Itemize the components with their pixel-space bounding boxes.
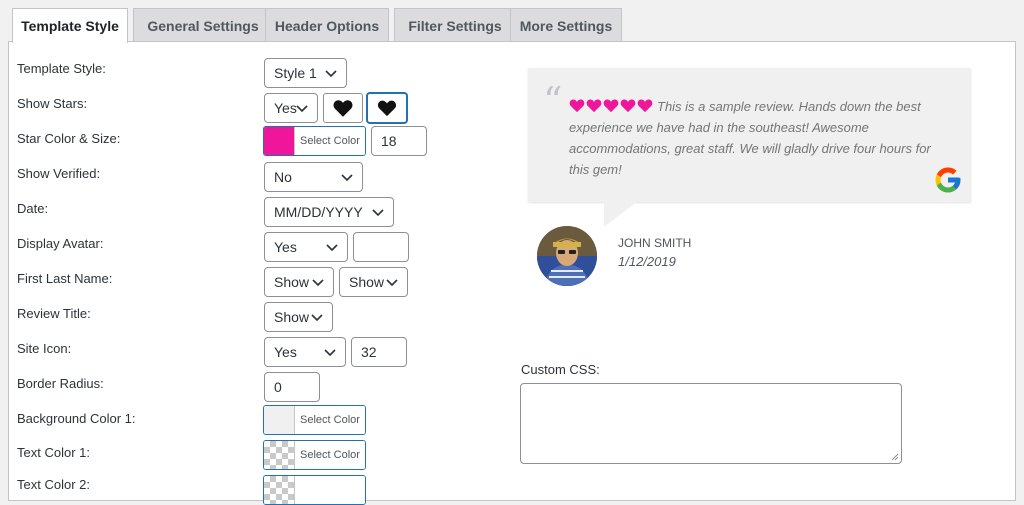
avatar <box>537 226 597 286</box>
custom-css-label: Custom CSS: <box>521 362 600 377</box>
heart-icon <box>569 99 585 113</box>
tab-label: Template Style <box>21 18 119 34</box>
select-value: Show <box>274 274 310 290</box>
heart-outline-icon <box>333 100 353 117</box>
chevron-down-icon <box>296 105 308 113</box>
avatar-photo <box>537 226 597 286</box>
review-author: JOHN SMITH <box>618 236 692 250</box>
review-preview-text: This is a sample review. Hands down the … <box>569 96 949 180</box>
chevron-down-icon <box>372 209 384 217</box>
heart-icon <box>586 99 602 113</box>
input-value: 18 <box>381 133 397 149</box>
label-text-color-2: Text Color 2: <box>17 477 90 492</box>
label-border-radius: Border Radius: <box>17 376 104 391</box>
last-name-select[interactable]: Show <box>339 267 408 297</box>
heart-icon <box>603 99 619 113</box>
site-icon-size-input[interactable]: 32 <box>351 337 407 367</box>
select-value: No <box>274 169 292 185</box>
select-value: Yes <box>274 344 297 360</box>
star-size-input[interactable]: 18 <box>371 126 427 156</box>
date-format-select[interactable]: MM/DD/YYYY <box>264 197 394 227</box>
select-value: Show <box>274 309 310 325</box>
tab-header-options[interactable]: Header Options <box>265 8 389 42</box>
select-value: Yes <box>274 100 297 116</box>
tab-template-style[interactable]: Template Style <box>12 8 128 43</box>
tab-label: Header Options <box>274 17 380 34</box>
heart-icon <box>620 99 636 113</box>
tab-label: More Settings <box>519 17 613 34</box>
tab-general-settings[interactable]: General Settings <box>133 8 273 42</box>
select-value: Yes <box>274 239 297 255</box>
chevron-down-icon <box>341 174 353 182</box>
bubble-tail <box>604 201 638 227</box>
label-star-color: Star Color & Size: <box>17 131 121 146</box>
border-radius-input[interactable]: 0 <box>264 372 320 402</box>
quote-icon: “ <box>543 79 563 123</box>
chevron-down-icon <box>312 279 324 287</box>
rating-hearts <box>569 98 653 113</box>
label-text-color-1: Text Color 1: <box>17 445 90 460</box>
chevron-down-icon <box>311 314 323 322</box>
select-color-label <box>295 476 365 504</box>
google-icon <box>935 167 961 193</box>
chevron-down-icon <box>324 349 336 357</box>
label-review-title: Review Title: <box>17 306 91 321</box>
color-swatch <box>264 406 295 434</box>
site-icon-select[interactable]: Yes <box>264 337 346 367</box>
label-first-last-name: First Last Name: <box>17 271 113 286</box>
select-value: Show <box>349 274 385 290</box>
resize-handle-icon[interactable] <box>891 453 899 461</box>
label-display-avatar: Display Avatar: <box>17 236 104 251</box>
select-color-label: Select Color <box>295 441 365 469</box>
star-color-picker[interactable]: Select Color <box>263 126 366 156</box>
display-avatar-select[interactable]: Yes <box>264 232 348 262</box>
chevron-down-icon <box>386 279 398 287</box>
review-title-select[interactable]: Show <box>264 302 333 332</box>
heart-icon <box>637 99 653 113</box>
color-swatch <box>264 127 295 155</box>
chevron-down-icon <box>325 70 337 78</box>
select-color-label: Select Color <box>295 406 365 434</box>
label-show-stars: Show Stars: <box>17 96 88 111</box>
tab-label: Filter Settings <box>408 17 502 34</box>
first-name-select[interactable]: Show <box>264 267 334 297</box>
show-verified-select[interactable]: No <box>264 162 363 192</box>
chevron-down-icon <box>326 244 338 252</box>
show-stars-select[interactable]: Yes <box>264 93 318 123</box>
text-color-2-picker[interactable] <box>263 475 366 505</box>
input-value: 32 <box>361 344 377 360</box>
select-color-label: Select Color <box>295 127 365 155</box>
label-template-style: Template Style: <box>17 61 106 76</box>
label-site-icon: Site Icon: <box>17 341 72 356</box>
tab-more-settings[interactable]: More Settings <box>510 8 622 42</box>
select-value: MM/DD/YYYY <box>274 204 363 220</box>
label-bg-color-1: Background Color 1: <box>17 411 136 426</box>
heart-filled-icon <box>377 100 397 117</box>
review-date: 1/12/2019 <box>618 254 676 269</box>
color-swatch <box>264 476 295 504</box>
heart-outline-option[interactable] <box>323 93 363 123</box>
color-swatch <box>264 441 295 469</box>
select-value: Style 1 <box>274 65 317 81</box>
tab-filter-settings[interactable]: Filter Settings <box>394 8 516 42</box>
avatar-size-input[interactable] <box>353 232 409 262</box>
custom-css-textarea[interactable] <box>520 383 902 464</box>
heart-filled-option[interactable] <box>367 93 407 123</box>
label-date: Date: <box>17 201 49 216</box>
bg-color-1-picker[interactable]: Select Color <box>263 405 366 435</box>
label-show-verified: Show Verified: <box>17 166 101 181</box>
text-color-1-picker[interactable]: Select Color <box>263 440 366 470</box>
template-style-select[interactable]: Style 1 <box>264 58 347 88</box>
input-value: 0 <box>274 379 282 395</box>
tab-label: General Settings <box>147 17 259 34</box>
